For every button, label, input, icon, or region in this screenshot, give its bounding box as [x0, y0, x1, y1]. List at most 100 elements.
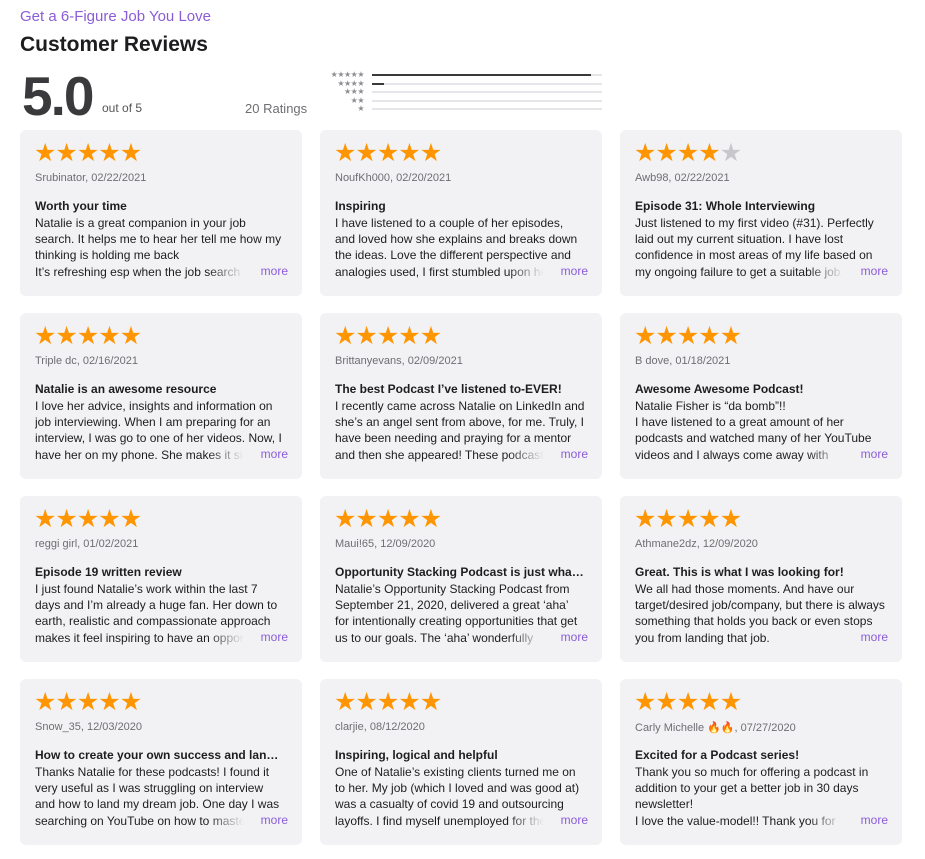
star-filled-icon: ★ [655, 505, 677, 533]
review-author-date: clarjie, 08/12/2020 [335, 721, 425, 733]
more-link[interactable]: more [556, 813, 588, 827]
star-filled-icon: ★ [34, 688, 56, 716]
star-filled-icon: ★ [334, 322, 356, 350]
star-filled-icon: ★ [76, 688, 99, 716]
review-title: The best Podcast I’ve listened to-EVER! [335, 382, 562, 396]
star-rating: ★★★★★ [634, 688, 742, 716]
star-filled-icon: ★ [119, 139, 142, 167]
star-filled-icon: ★ [398, 688, 420, 716]
star-filled-icon: ★ [98, 322, 120, 350]
star-filled-icon: ★ [55, 322, 77, 350]
review-card[interactable]: ★★★★★ B dove, 01/18/2021 Awesome Awesome P… [620, 313, 902, 479]
more-link[interactable]: more [256, 447, 288, 461]
star-filled-icon: ★ [676, 505, 699, 533]
star-filled-icon: ★ [355, 505, 377, 533]
star-filled-icon: ★ [676, 688, 699, 716]
star-rating: ★★★★★ [334, 322, 442, 350]
review-grid: ★★★★★ Srubinator, 02/22/2021 Worth your ti… [20, 130, 903, 845]
star-filled-icon: ★ [55, 688, 77, 716]
review-card[interactable]: ★★★★★ Awb98, 02/22/2021 Episode 31: Whole … [620, 130, 902, 296]
more-link[interactable]: more [856, 813, 888, 827]
more-link[interactable]: more [556, 447, 588, 461]
review-card[interactable]: ★★★★★ Athmane2dz, 12/09/2020 Great. This i… [620, 496, 902, 662]
review-author-date: Snow_35, 12/03/2020 [35, 721, 143, 733]
star-filled-icon: ★ [676, 322, 699, 350]
star-rating: ★★★★★ [334, 505, 442, 533]
rating-summary: 5.0 out of 5 20 Ratings ★★★★★ ★★★★ ★★★ ★★ ★ [20, 64, 610, 127]
more-link[interactable]: more [256, 813, 288, 827]
star-rating: ★★★★★ [634, 139, 742, 167]
review-title: Awesome Awesome Podcast! [635, 382, 804, 396]
more-link[interactable]: more [256, 630, 288, 644]
star-filled-icon: ★ [655, 139, 677, 167]
review-author-date: Athmane2dz, 12/09/2020 [635, 538, 758, 550]
star-rating: ★★★★★ [34, 688, 142, 716]
more-link[interactable]: more [556, 264, 588, 278]
star-empty-icon: ★ [719, 139, 742, 167]
histogram-bar-fill [372, 82, 384, 85]
star-filled-icon: ★ [76, 505, 99, 533]
more-link[interactable]: more [256, 264, 288, 278]
star-filled-icon: ★ [698, 322, 720, 350]
review-card[interactable]: ★★★★★ Snow_35, 12/03/2020 How to create yo… [20, 679, 302, 845]
star-filled-icon: ★ [419, 322, 442, 350]
more-link[interactable]: more [856, 264, 888, 278]
review-author-date: Maui!65, 12/09/2020 [335, 538, 436, 550]
histogram-stars-icon: ★★ [350, 95, 365, 105]
star-filled-icon: ★ [34, 139, 56, 167]
star-filled-icon: ★ [376, 688, 399, 716]
star-filled-icon: ★ [419, 139, 442, 167]
star-filled-icon: ★ [98, 688, 120, 716]
star-filled-icon: ★ [698, 688, 720, 716]
star-filled-icon: ★ [119, 322, 142, 350]
review-author-date: NoufKh000, 02/20/2021 [335, 172, 452, 184]
review-card[interactable]: ★★★★★ Triple dc, 02/16/2021 Natalie is an … [20, 313, 302, 479]
star-filled-icon: ★ [655, 688, 677, 716]
histogram-stars-icon: ★★★ [343, 87, 365, 97]
star-filled-icon: ★ [76, 322, 99, 350]
star-filled-icon: ★ [334, 505, 356, 533]
review-card[interactable]: ★★★★★ Brittanyevans, 02/09/2021 The best P… [320, 313, 602, 479]
review-title: Excited for a Podcast series! [635, 748, 800, 762]
star-filled-icon: ★ [719, 505, 742, 533]
star-filled-icon: ★ [34, 505, 56, 533]
review-author-date: Triple dc, 02/16/2021 [35, 355, 138, 367]
review-author-date: Brittanyevans, 02/09/2021 [335, 355, 463, 367]
star-filled-icon: ★ [719, 322, 742, 350]
star-filled-icon: ★ [376, 139, 399, 167]
review-title: Inspiring, logical and helpful [335, 748, 498, 762]
star-filled-icon: ★ [634, 139, 656, 167]
histogram-bar-fill [372, 74, 591, 77]
review-title: Opportunity Stacking Podcast is just wha… [335, 565, 585, 579]
star-filled-icon: ★ [334, 139, 356, 167]
star-filled-icon: ★ [398, 139, 420, 167]
star-filled-icon: ★ [698, 139, 720, 167]
star-rating: ★★★★★ [34, 505, 142, 533]
review-title: Episode 19 written review [35, 565, 182, 579]
histogram-bar-track [372, 82, 602, 85]
star-filled-icon: ★ [419, 505, 442, 533]
star-filled-icon: ★ [376, 505, 399, 533]
star-filled-icon: ★ [634, 505, 656, 533]
star-filled-icon: ★ [719, 688, 742, 716]
more-link[interactable]: more [556, 630, 588, 644]
star-rating: ★★★★★ [34, 139, 142, 167]
review-card[interactable]: ★★★★★ Maui!65, 12/09/2020 Opportunity Stac… [320, 496, 602, 662]
podcast-title-link[interactable]: Get a 6-Figure Job You Love [20, 8, 211, 25]
histogram-stars-icon: ★ [357, 104, 364, 114]
review-author-date: reggi girl, 01/02/2021 [35, 538, 139, 550]
review-card[interactable]: ★★★★★ Carly Michelle 🔥🔥, 07/27/2020 Excite… [620, 679, 902, 845]
star-filled-icon: ★ [634, 688, 656, 716]
star-filled-icon: ★ [119, 505, 142, 533]
review-card[interactable]: ★★★★★ Srubinator, 02/22/2021 Worth your ti… [20, 130, 302, 296]
star-filled-icon: ★ [355, 322, 377, 350]
more-link[interactable]: more [856, 630, 888, 644]
review-card[interactable]: ★★★★★ NoufKh000, 02/20/2021 Inspiring I hav… [320, 130, 602, 296]
star-filled-icon: ★ [119, 688, 142, 716]
more-link[interactable]: more [856, 447, 888, 461]
review-title: Natalie is an awesome resource [35, 382, 217, 396]
review-card[interactable]: ★★★★★ reggi girl, 01/02/2021 Episode 19 wr… [20, 496, 302, 662]
review-title: Worth your time [35, 199, 127, 213]
histogram-bar-track [372, 91, 602, 94]
review-card[interactable]: ★★★★★ clarjie, 08/12/2020 Inspiring, logic… [320, 679, 602, 845]
